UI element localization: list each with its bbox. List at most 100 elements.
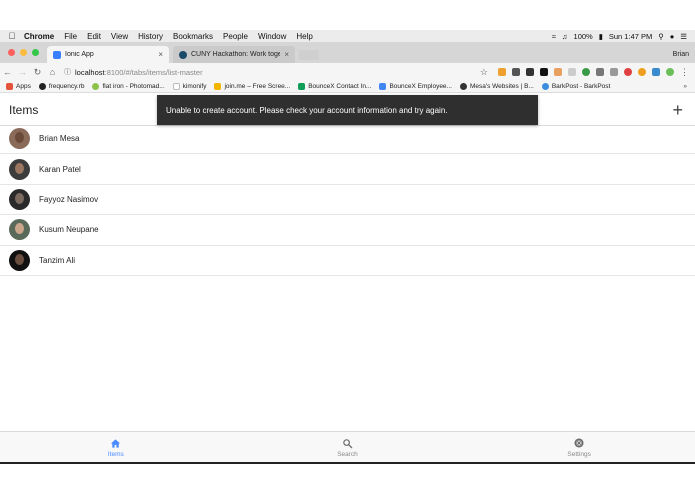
menu-bookmarks[interactable]: Bookmarks (173, 32, 213, 41)
menubar-clock[interactable]: Sun 1:47 PM (609, 32, 652, 41)
zoom-window-button[interactable] (32, 49, 39, 56)
tab-cuny-hackathon[interactable]: CUNY Hackathon: Work togeth × (173, 46, 295, 63)
tab-close-icon[interactable]: × (284, 50, 289, 59)
list-item[interactable]: Brian Mesa (0, 124, 695, 155)
bookmark-label: join.me – Free Scree... (224, 83, 291, 90)
tab-ionic-app[interactable]: Ionic App × (47, 46, 169, 63)
extension-icon[interactable] (540, 68, 548, 76)
tab-close-icon[interactable]: × (158, 50, 163, 59)
forward-arrow-icon[interactable]: → (15, 67, 30, 77)
bookmark-label: BarkPost - BarkPost (551, 83, 611, 90)
extension-icon[interactable] (512, 68, 520, 76)
macos-menubar:  Chrome File Edit View History Bookmark… (0, 30, 695, 42)
tab-label: Items (107, 450, 124, 458)
settings-icon (573, 437, 585, 450)
bookmark-label: Apps (16, 83, 31, 90)
extensions-area: ⋮ (492, 67, 695, 78)
window-controls (0, 42, 47, 63)
bookmark-joinme[interactable]: join.me – Free Scree... (214, 83, 290, 90)
ionic-favicon-icon (53, 50, 61, 59)
bookmark-bouncex-contact[interactable]: BounceX Contact In... (298, 83, 371, 90)
bookmark-apps[interactable]: Apps (6, 83, 31, 90)
bookmark-kimonify[interactable]: kimonify (172, 83, 207, 90)
avatar (9, 188, 30, 210)
window-bottom-edge (0, 462, 695, 464)
sheets-icon (298, 83, 306, 90)
error-toast[interactable]: Unable to create account. Please check y… (157, 95, 538, 125)
apps-grid-icon (6, 83, 13, 90)
menu-file[interactable]: File (64, 32, 77, 41)
page-icon (172, 83, 180, 90)
volume-icon[interactable]: ♫ (562, 32, 568, 41)
menu-view[interactable]: View (111, 32, 128, 41)
extension-icon[interactable] (582, 68, 590, 76)
wifi-icon[interactable]: ≈ (552, 32, 556, 41)
bookmark-frequency[interactable]: frequency.rb (38, 83, 84, 90)
extension-icon[interactable] (610, 68, 618, 76)
address-bar[interactable]: ⓘ localhost :8100/#/tabs/items/list-mast… (60, 65, 492, 79)
add-item-button[interactable]: + (672, 101, 686, 119)
apple-menu-icon[interactable]:  (0, 31, 24, 41)
photomadic-icon (92, 83, 100, 90)
top-strip (0, 0, 695, 30)
menu-chrome[interactable]: Chrome (24, 32, 54, 41)
list-item[interactable]: Karan Patel (0, 154, 695, 185)
chrome-menu-icon[interactable]: ⋮ (680, 67, 689, 78)
new-tab-button[interactable] (299, 50, 319, 60)
battery-icon[interactable]: ▮ (599, 32, 603, 41)
bookmark-bouncex-employee[interactable]: BounceX Employee... (379, 83, 452, 90)
tab-label: CUNY Hackathon: Work togeth (191, 51, 281, 58)
notification-center-icon[interactable]: ☰ (680, 32, 687, 41)
tab-settings[interactable]: Settings (463, 432, 695, 462)
extension-icon[interactable] (596, 68, 604, 76)
bookmark-barkpost[interactable]: BarkPost - BarkPost (541, 83, 611, 90)
siri-icon[interactable]: ● (670, 32, 675, 41)
menu-people[interactable]: People (223, 32, 248, 41)
search-icon (342, 437, 353, 450)
list-item[interactable]: Fayyoz Nasimov (0, 185, 695, 216)
extension-icon[interactable] (624, 68, 632, 76)
extension-icon[interactable] (638, 68, 646, 76)
item-name: Brian Mesa (39, 134, 80, 144)
menu-help[interactable]: Help (296, 32, 312, 41)
extension-icon[interactable] (554, 68, 562, 76)
home-button-icon[interactable]: ⌂ (45, 67, 60, 77)
avatar (9, 219, 30, 241)
tab-search[interactable]: Search (232, 432, 464, 462)
items-list: Brian Mesa Karan Patel Fayyoz Nasimov Ku… (0, 124, 695, 276)
avatar (9, 249, 30, 271)
bookmark-flat-iron[interactable]: flat iron - Photomad... (92, 83, 165, 90)
spotlight-search-icon[interactable]: ⚲ (658, 32, 664, 41)
item-name: Fayyoz Nasimov (39, 194, 99, 204)
extension-icon[interactable] (666, 68, 674, 76)
menu-window[interactable]: Window (258, 32, 286, 41)
bookmark-mesas-websites[interactable]: Mesa's Websites | B... (459, 83, 534, 90)
extension-icon[interactable] (526, 68, 534, 76)
menu-edit[interactable]: Edit (87, 32, 101, 41)
list-item[interactable]: Kusum Neupane (0, 215, 695, 246)
extension-icon[interactable] (568, 68, 576, 76)
tab-label: Ionic App (65, 51, 94, 58)
page-title: Items (9, 102, 39, 117)
tab-items[interactable]: Items (0, 432, 232, 462)
page-info-icon[interactable]: ⓘ (64, 67, 71, 77)
profile-button[interactable]: Brian (673, 51, 695, 63)
minimize-window-button[interactable] (20, 49, 27, 56)
reload-icon[interactable]: ↻ (30, 67, 45, 78)
ionic-app: Items + Brian Mesa Karan Patel Fayyoz Na… (0, 94, 695, 462)
tab-label: Settings (567, 450, 591, 458)
bookmarks-overflow-icon[interactable]: » (683, 83, 695, 90)
bookmark-label: kimonify (182, 83, 207, 90)
close-window-button[interactable] (8, 49, 15, 56)
tab-label: Search (337, 450, 358, 458)
list-item[interactable]: Tanzim Ali (0, 246, 695, 276)
extension-icon[interactable] (652, 68, 660, 76)
website-icon (459, 83, 467, 90)
back-arrow-icon[interactable]: ← (0, 67, 15, 77)
screen:  Chrome File Edit View History Bookmark… (0, 0, 695, 494)
menu-history[interactable]: History (138, 32, 163, 41)
extension-icon[interactable] (498, 68, 506, 76)
browser-toolbar: ← → ↻ ⌂ ⓘ localhost :8100/#/tabs/items/l… (0, 63, 695, 81)
battery-percent[interactable]: 100% (574, 32, 593, 41)
bookmark-star-icon[interactable]: ☆ (480, 67, 488, 78)
